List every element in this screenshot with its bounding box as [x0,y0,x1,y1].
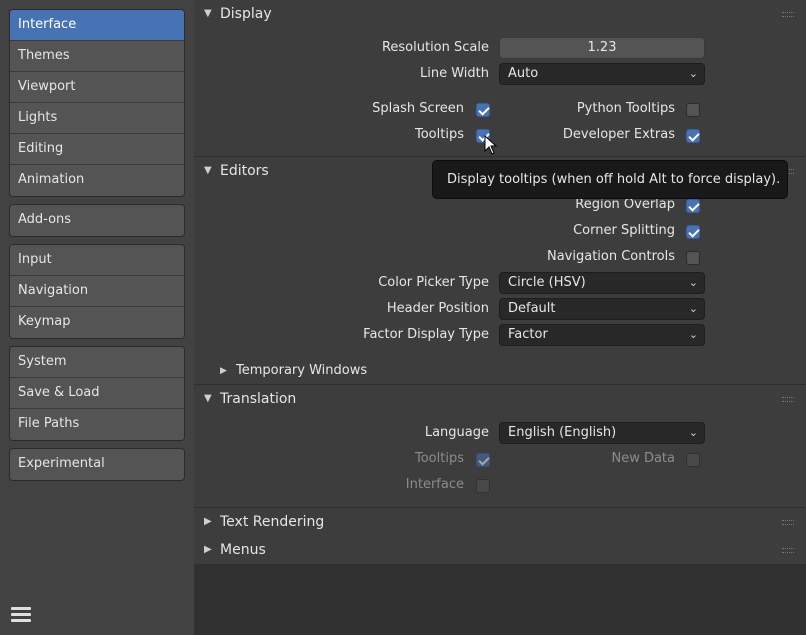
line-width-label: Line Width [420,66,489,81]
nav-group-experimental: Experimental [9,448,185,481]
panel-header-menus[interactable]: ▶ Menus [194,536,806,564]
nav-item-experimental[interactable]: Experimental [10,449,184,480]
nav-group-general: Interface Themes Viewport Lights Editing… [9,9,185,197]
expand-arrow-icon: ▶ [204,516,212,527]
drag-grip-icon[interactable] [782,520,794,525]
expand-arrow-icon: ▶ [220,366,227,376]
nav-item-animation[interactable]: Animation [10,165,184,196]
nav-item-system[interactable]: System [10,347,184,378]
subpanel-title: Temporary Windows [236,363,368,378]
language-select[interactable]: English (English) ⌄ [499,422,705,444]
splash-screen-checkbox[interactable] [476,103,490,117]
navigation-controls-label: Navigation Controls [546,249,675,264]
nav-item-input[interactable]: Input [10,245,184,276]
drag-grip-icon[interactable] [782,397,794,402]
header-position-select[interactable]: Default ⌄ [499,298,705,320]
chevron-down-icon: ⌄ [688,426,698,439]
python-tooltips-label: Python Tooltips [576,101,675,116]
developer-extras-checkbox[interactable] [686,129,700,143]
preferences-sidebar: Interface Themes Viewport Lights Editing… [0,0,194,635]
nav-item-navigation[interactable]: Navigation [10,276,184,307]
nav-group-input: Input Navigation Keymap [9,244,185,339]
language-label: Language [424,425,489,440]
developer-extras-label: Developer Extras [562,127,675,142]
panel-header-text-rendering[interactable]: ▶ Text Rendering [194,508,806,536]
nav-item-file-paths[interactable]: File Paths [10,409,184,440]
panel-title: Editors [220,163,269,179]
factor-display-type-select[interactable]: Factor ⌄ [499,324,705,346]
translate-tooltips-label: Tooltips [415,451,464,466]
chevron-down-icon: ⌄ [688,67,698,80]
collapse-arrow-icon: ▼ [204,8,212,19]
panel-body-editors: Region Overlap Corner Splitting Navigati… [194,185,806,384]
hamburger-menu-icon[interactable] [11,604,31,624]
nav-item-editing[interactable]: Editing [10,134,184,165]
panel-title: Menus [220,542,266,558]
panel-title: Text Rendering [220,514,325,530]
resolution-scale-field[interactable]: 1.23 [499,37,705,59]
panel-header-display[interactable]: ▼ Display [194,0,806,28]
drag-grip-icon[interactable] [782,12,794,17]
corner-splitting-label: Corner Splitting [573,223,675,238]
resolution-scale-label: Resolution Scale [381,40,489,55]
collapse-arrow-icon: ▼ [204,393,212,404]
nav-item-keymap[interactable]: Keymap [10,307,184,338]
factor-display-type-value: Factor [508,327,548,342]
nav-item-save-load[interactable]: Save & Load [10,378,184,409]
header-position-label: Header Position [386,301,489,316]
collapse-arrow-icon: ▼ [204,165,212,176]
line-width-select[interactable]: Auto ⌄ [499,63,705,85]
color-picker-type-label: Color Picker Type [378,275,489,290]
preferences-main: ▼ Display Resolution Scale 1.23 Line Wid… [194,0,806,635]
panel-title: Translation [220,391,297,407]
nav-group-addons: Add-ons [9,204,185,237]
panel-title: Display [220,6,272,22]
nav-item-themes[interactable]: Themes [10,41,184,72]
tooltips-label: Tooltips [415,127,464,142]
panel-body-display: Resolution Scale 1.23 Line Width Auto ⌄ … [194,28,806,156]
python-tooltips-checkbox[interactable] [686,103,700,117]
new-data-label: New Data [611,451,675,466]
tooltip-popup: Display tooltips (when off hold Alt to f… [432,160,788,199]
splash-screen-label: Splash Screen [372,101,464,116]
corner-splitting-checkbox[interactable] [686,225,700,239]
chevron-down-icon: ⌄ [688,302,698,315]
panel-header-translation[interactable]: ▼ Translation [194,385,806,413]
translate-interface-checkbox[interactable] [476,479,490,493]
factor-display-type-label: Factor Display Type [363,327,489,342]
subpanel-header-temporary-windows[interactable]: ▶ Temporary Windows [194,358,806,384]
nav-item-interface[interactable]: Interface [10,10,184,41]
region-overlap-label: Region Overlap [575,197,675,212]
panel-body-translation: Language English (English) ⌄ Tooltips Ne… [194,413,806,507]
region-overlap-checkbox[interactable] [686,199,700,213]
expand-arrow-icon: ▶ [204,544,212,555]
nav-item-add-ons[interactable]: Add-ons [10,205,184,236]
line-width-value: Auto [508,66,539,81]
drag-grip-icon[interactable] [782,548,794,553]
color-picker-type-select[interactable]: Circle (HSV) ⌄ [499,272,705,294]
nav-group-system: System Save & Load File Paths [9,346,185,441]
chevron-down-icon: ⌄ [688,328,698,341]
language-value: English (English) [508,425,617,440]
navigation-controls-checkbox[interactable] [686,251,700,265]
color-picker-type-value: Circle (HSV) [508,275,586,290]
chevron-down-icon: ⌄ [688,276,698,289]
header-position-value: Default [508,301,556,316]
translate-tooltips-checkbox[interactable] [476,453,490,467]
nav-item-lights[interactable]: Lights [10,103,184,134]
nav-item-viewport[interactable]: Viewport [10,72,184,103]
new-data-checkbox[interactable] [686,453,700,467]
mouse-cursor-icon [484,135,498,155]
translate-interface-label: Interface [405,477,464,492]
